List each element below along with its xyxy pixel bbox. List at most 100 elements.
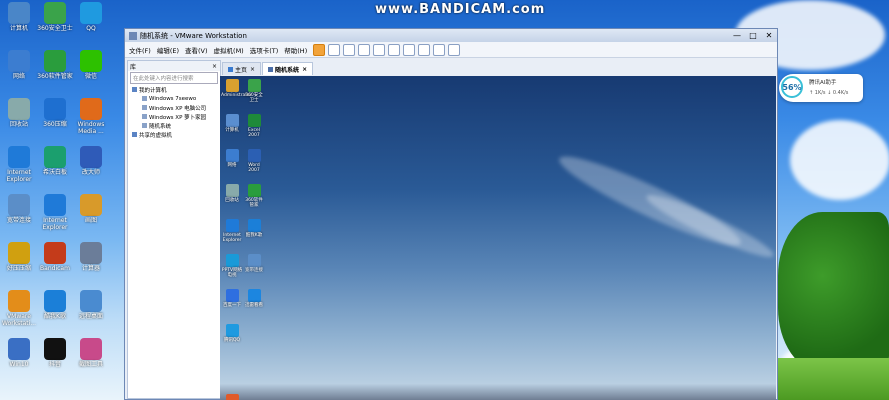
vm-icon-label: 计算机 xyxy=(225,128,239,133)
vm-desktop-icon[interactable]: 腾讯QQ xyxy=(221,324,243,343)
desktop-icon[interactable]: Win10 xyxy=(0,338,38,368)
desktop-icon[interactable]: 网络 xyxy=(0,50,38,80)
widget-title: 腾讯AI助手 xyxy=(809,80,837,86)
vm-icon-label: 百度一下 xyxy=(223,303,241,308)
desktop-icon[interactable]: 抖音 xyxy=(36,338,74,368)
minimize-button[interactable]: — xyxy=(729,31,745,40)
tree-item[interactable]: 共享的虚拟机 xyxy=(128,130,220,139)
desktop-icon-label: 微信 xyxy=(84,73,97,80)
vm-desktop-icon[interactable]: Word 2007 xyxy=(243,149,265,173)
send-keys-icon[interactable] xyxy=(328,43,341,56)
snapshot-manager-icon[interactable] xyxy=(373,43,386,56)
desktop-icon[interactable]: Internet Explorer xyxy=(36,194,74,231)
desktop-icon[interactable]: 计算器 xyxy=(72,242,110,272)
desktop-icon[interactable]: 画图 xyxy=(72,194,110,224)
vm-desktop-icon[interactable]: PPTV网络电视 xyxy=(221,254,243,278)
vm-desktop-icon[interactable]: Administrator xyxy=(221,79,252,98)
desktop-icon[interactable]: 回收站 xyxy=(0,98,38,128)
console-view-icon[interactable] xyxy=(448,43,461,56)
vm-icon-label: 宽带连接 xyxy=(245,268,263,273)
desktop-icon[interactable]: 360压缩 xyxy=(36,98,74,128)
library-view-icon[interactable] xyxy=(388,43,401,56)
vm-desktop-icon[interactable]: 360安全卫士 xyxy=(243,79,265,103)
app-icon xyxy=(44,242,66,264)
vm-desktop-icon[interactable]: Internet Explorer xyxy=(221,219,243,243)
vm-desktop-icon[interactable]: 360软件管家 xyxy=(243,184,265,208)
menu-bar: 文件(F) 编辑(E) 查看(V) 虚拟机(M) 选项卡(T) 帮助(H) xyxy=(125,42,777,58)
vm-desktop-icon[interactable]: 酷我K歌 xyxy=(243,219,265,238)
tree-item[interactable]: Windows XP 电脑公司 xyxy=(128,103,220,112)
tab-close-icon[interactable]: × xyxy=(250,66,255,73)
vm-desktop-icon[interactable]: 计算机 xyxy=(221,114,243,133)
desktop-icon-label: 抖音 xyxy=(48,361,61,368)
menu-vm[interactable]: 虚拟机(M) xyxy=(214,45,244,55)
app-icon xyxy=(247,79,261,92)
tab-home[interactable]: 主页 × xyxy=(222,62,262,75)
vm-console[interactable]: Administrator 360安全卫士计算机 Excel 2007 网络 Word … xyxy=(220,76,776,400)
desktop-icon[interactable]: 计算机 xyxy=(0,2,38,32)
desktop-icon[interactable]: Bandicam xyxy=(36,242,74,272)
thumbnail-view-icon[interactable] xyxy=(403,43,416,56)
menu-help[interactable]: 帮助(H) xyxy=(284,45,307,55)
desktop-icon[interactable]: 好压压缩 xyxy=(0,242,38,272)
menu-edit[interactable]: 编辑(E) xyxy=(157,45,179,55)
desktop-icon[interactable]: 截图工具 xyxy=(72,338,110,368)
menu-view[interactable]: 查看(V) xyxy=(185,45,208,55)
desktop-icon[interactable]: Internet Explorer xyxy=(0,146,38,183)
vm-desktop-icon[interactable]: 宽带连接 xyxy=(243,254,265,273)
tree-item[interactable]: 随机系统 xyxy=(128,121,220,130)
vm-desktop-icon[interactable]: 搜狗输入法 xyxy=(221,394,243,400)
tree-illustration xyxy=(778,212,889,372)
desktop-icon[interactable]: 改大师 xyxy=(72,146,110,176)
desktop-icon-label: 希沃白板 xyxy=(42,169,67,176)
desktop-icon[interactable]: 360安全卫士 xyxy=(36,2,74,32)
desktop-icon[interactable]: Windows Media ... xyxy=(72,98,110,135)
tree-item[interactable]: 我的计算机 xyxy=(128,85,220,94)
desktop-icon-label: Internet Explorer xyxy=(42,217,68,231)
vm-desktop-icon[interactable]: 百度一下 xyxy=(221,289,243,308)
library-search-input[interactable]: 在此处键入内容进行搜索 xyxy=(130,72,218,84)
app-icon xyxy=(225,394,239,400)
desktop-icon-label: QQ xyxy=(86,25,96,32)
menu-tabs[interactable]: 选项卡(T) xyxy=(250,45,279,55)
app-icon xyxy=(80,290,102,312)
vm-desktop-icon[interactable]: Excel 2007 xyxy=(243,114,265,138)
vm-icon-label: 网络 xyxy=(227,163,237,168)
fullscreen-icon[interactable] xyxy=(418,43,431,56)
maximize-button[interactable]: □ xyxy=(745,31,761,40)
close-button[interactable]: ✕ xyxy=(761,31,777,40)
app-icon xyxy=(80,98,102,120)
menu-file[interactable]: 文件(F) xyxy=(129,45,151,55)
tab-close-icon[interactable]: × xyxy=(302,66,307,73)
vmware-window: 随机系统 - VMware Workstation — □ ✕ 文件(F) 编辑… xyxy=(124,28,778,400)
app-icon xyxy=(225,114,239,127)
desktop-icon[interactable]: QQ xyxy=(72,2,110,32)
app-icon xyxy=(8,2,30,24)
title-bar[interactable]: 随机系统 - VMware Workstation — □ ✕ xyxy=(125,29,777,42)
desktop-icon[interactable]: 微信 xyxy=(72,50,110,80)
revert-snapshot-icon[interactable] xyxy=(358,43,371,56)
desktop-icon[interactable]: 酷我K歌 xyxy=(36,290,74,320)
snapshot-icon[interactable] xyxy=(343,43,356,56)
ai-assistant-widget[interactable]: 56% 腾讯AI助手 ↑ 1K/s ↓ 0.4K/s xyxy=(779,74,863,102)
library-close-button[interactable]: × xyxy=(212,63,217,70)
unity-icon[interactable] xyxy=(433,43,446,56)
desktop-icon-label: 360软件管家 xyxy=(37,73,73,80)
pause-icon[interactable] xyxy=(313,43,326,56)
tree-item-label: 随机系统 xyxy=(149,123,172,130)
desktop-icon[interactable]: 360软件管家 xyxy=(36,50,74,80)
desktop-icon[interactable]: 希沃白板 xyxy=(36,146,74,176)
vm-desktop-icon[interactable]: 回收站 xyxy=(221,184,243,203)
desktop-icon[interactable]: 远程桌面 xyxy=(72,290,110,320)
grass-illustration xyxy=(778,358,889,400)
vm-icon-label: 360软件管家 xyxy=(245,198,263,208)
tab-random-system[interactable]: 随机系统 × xyxy=(262,62,314,75)
desktop-icon[interactable]: 宽带连接 xyxy=(0,194,38,224)
app-icon xyxy=(44,338,66,360)
desktop-icon-label: 画图 xyxy=(84,217,97,224)
desktop-icon[interactable]: VMware Workstati... xyxy=(0,290,38,327)
tree-item[interactable]: Windows 7seewo xyxy=(128,94,220,103)
tree-item[interactable]: Windows XP 萝卜家园 xyxy=(128,112,220,121)
vm-desktop-icon[interactable]: 网络 xyxy=(221,149,243,168)
vm-desktop-icon[interactable]: 迅雷看看 xyxy=(243,289,265,308)
